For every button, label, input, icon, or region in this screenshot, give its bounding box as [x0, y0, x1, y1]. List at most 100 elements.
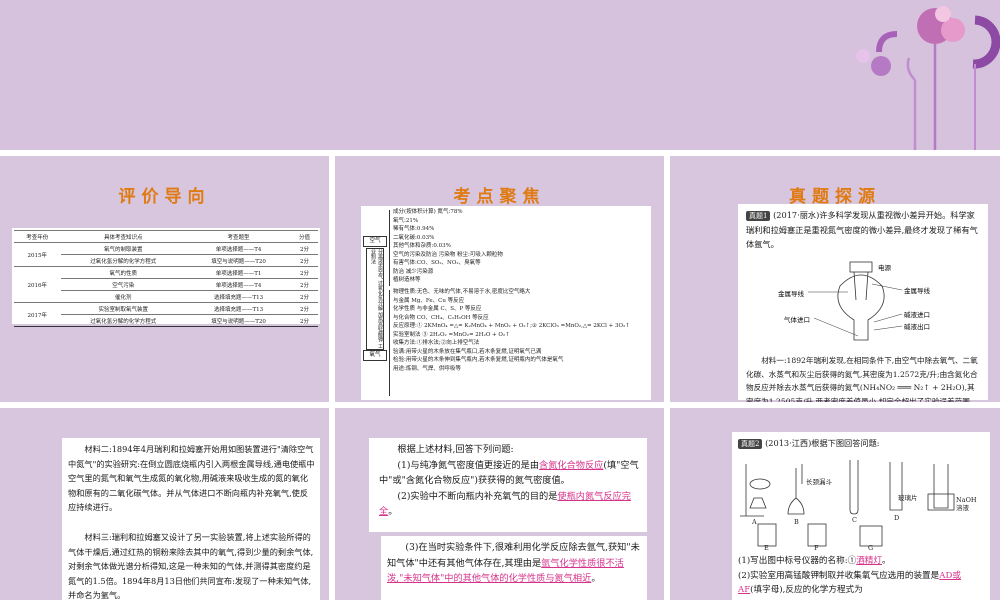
air-mindmap-line: 有害气体:CO、SO₂、NO₂、臭氧等	[393, 260, 481, 266]
table-cell: 填空与说明题——T20	[186, 254, 292, 267]
oxygen-mindmap-line: 化学性质 与非金属 C、S、P 等反应	[393, 306, 482, 312]
deco-circle-5	[856, 49, 870, 63]
oxygen-mindmap-line: 验满:用带火星的木条放在集气瓶口,若木条复燃,证明氧气已满	[393, 348, 542, 355]
deco-arc	[972, 15, 1000, 69]
label-funnel: 长颈漏斗	[806, 477, 833, 486]
question-1: (1)与纯净氮气密度值更接近的是由含氮化合物反应(填"空气中"或"含氮化合物反应…	[379, 459, 639, 487]
label-oxygen: 氧气	[363, 350, 387, 361]
table-cell: 选择填充题——T13	[186, 302, 292, 315]
oxygen-mindmap-line: 与化合物 CO、CH₄、C₂H₅OH 等反应	[393, 314, 489, 321]
label-naoh: NaOH	[956, 496, 977, 504]
question-intro: 真题1 (2017·丽水)许多科学发现从重视微小差异开始。科学家瑞利和拉姆塞正是…	[746, 210, 978, 250]
air-mindmap-line: 二氧化碳:0.03%	[393, 234, 435, 241]
table-cell-year: 2015年	[14, 242, 61, 267]
label-industrial: 分离液态空气 过氧化氢分解 加热高锰酸钾 工业制法	[366, 248, 384, 350]
label-inlet: 气体进口	[784, 315, 810, 324]
deco-circle-3	[935, 6, 951, 22]
table-cell: 2分	[291, 242, 318, 255]
table-cell: 填空与说明题——T20	[186, 314, 292, 327]
table-cell: 单项选择题——T4	[186, 242, 292, 255]
table-cell: 2分	[291, 254, 318, 267]
question-card: 真题1 (2017·丽水)许多科学发现从重视微小差异开始。科学家瑞利和拉姆塞正是…	[738, 204, 988, 402]
label-air: 空气	[363, 236, 387, 247]
oxygen-branch: 物理性质:无色、无味的气体,不易溶于水,密度比空气略大 与金属 Mg、Fe、Cu …	[393, 288, 649, 373]
label-c: C	[852, 516, 857, 524]
label-solution: 溶液	[956, 503, 970, 512]
slide-questions[interactable]: 根据上述材料,回答下列问题: (1)与纯净氮气密度值更接近的是由含氮化合物反应(…	[335, 408, 664, 600]
apparatus-set-diagram: A B C D 长颈漏斗 玻璃片 NaOH 溶液 E F G	[740, 460, 977, 550]
question-2-body: (1)写出图中标号仪器的名称:①酒精灯。 (2)实验室用高锰酸钾制取并收集氧气应…	[738, 554, 984, 598]
table-cell: 过氧化氢分解的化学方程式	[60, 254, 186, 267]
label-alkali-out: 碱液出口	[904, 322, 930, 331]
material-one: 材料一:1892年瑞利发现,在相同条件下,由空气中除去氧气、二氧化碳、水蒸气和灰…	[746, 356, 978, 402]
q2-part-1: (1)写出图中标号仪器的名称:①酒精灯。	[738, 556, 891, 566]
q2-part-2: (2)实验室用高锰酸钾制取并收集氧气应选用的装置是AD或AF(填字母),反应的化…	[738, 570, 961, 596]
questions-text: 根据上述材料,回答下列问题: (1)与纯净氮气密度值更接近的是由含氮化合物反应(…	[379, 442, 641, 520]
table-cell: 单项选择题——T1	[186, 266, 292, 279]
table-cell: 催化剂	[60, 290, 186, 303]
oxygen-mindmap-line: 用途:炼钢、气焊、供呼吸等	[393, 365, 461, 372]
label-e: E	[764, 544, 769, 550]
slide-title: 考点聚焦	[453, 187, 546, 207]
table-cell: 单项选择题——T4	[186, 278, 292, 291]
table-header: 具体考查知识点	[60, 230, 186, 243]
evaluation-table-card: 考查年份 具体考查知识点 考查题型 分值 2015年 氧气的制取装置 单项选择题——…	[12, 228, 320, 327]
label-b: B	[794, 518, 799, 526]
table-header: 考查题型	[186, 230, 292, 243]
label-wire: 金属导线	[778, 289, 805, 298]
oxygen-mindmap-line: 与金属 Mg、Fe、Cu 等反应	[393, 297, 465, 304]
questions-intro: 根据上述材料,回答下列问题:	[397, 444, 514, 455]
table-row: 2016年 氧气的性质 单项选择题——T1 2分	[14, 266, 318, 303]
table-row: 2015年 氧气的制取装置 单项选择题——T4 2分	[14, 242, 318, 267]
table-cell-year: 2017年	[14, 302, 61, 327]
label-d: D	[894, 514, 899, 522]
table-cell-year: 2016年	[14, 266, 61, 303]
slide-title: 评价导向	[118, 187, 211, 207]
deco-arc-2	[876, 31, 898, 53]
slide-focus[interactable]: 考点聚焦 空气 分离液态空气 过氧化氢分解 加热高锰酸钾 工业制法 氧气 成分(…	[335, 156, 664, 402]
air-mindmap-line: 防治 减少污染源	[393, 268, 434, 275]
table-cell: 2分	[291, 290, 318, 303]
slide-material[interactable]: 材料二:1894年4月瑞利和拉姆塞开始用如图装置进行"清除空气中氮气"的实验研究…	[0, 408, 329, 600]
question-2-card: 真题2 (2013·江西)根据下图回答问题: A B C D 长颈漏斗 玻璃片 …	[732, 432, 990, 600]
slide-evaluation[interactable]: 评价导向 考查年份 具体考查知识点 考查题型 分值 2015年 氧气的制取装置 单项…	[0, 156, 329, 402]
label-power: 电源	[878, 263, 892, 272]
label-wire-2: 金属导线	[904, 286, 931, 295]
slide-question-2[interactable]: 真题2 (2013·江西)根据下图回答问题: A B C D 长颈漏斗 玻璃片 …	[670, 408, 1000, 600]
material-two: 材料二:1894年4月瑞利和拉姆塞开始用如图装置进行"清除空气中氮气"的实验研究…	[68, 444, 315, 513]
material-three: 材料三:瑞利和拉姆塞又设计了另一实验装置,将上述实验所得的气体干燥后,通过红热的…	[68, 532, 314, 600]
table-cell: 2分	[291, 302, 318, 315]
mindmap-card: 空气 分离液态空气 过氧化氢分解 加热高锰酸钾 工业制法 氧气 成分(按体积计算…	[361, 206, 651, 400]
oxygen-mindmap-line: 收集方法:①排水法;②向上排空气法	[393, 340, 480, 346]
air-mindmap-line: 植树造林等	[393, 277, 421, 283]
material-card: 材料二:1894年4月瑞利和拉姆塞开始用如图装置进行"清除空气中氮气"的实验研究…	[62, 438, 320, 600]
apparatus-diagram: 电源 金属导线 金属导线 碱液进口 碱液出口 气体进口	[778, 261, 931, 341]
label-a: A	[751, 518, 757, 526]
answer-1: 含氮化合物反应	[539, 459, 604, 471]
table-header-row: 考查年份 具体考查知识点 考查题型 分值	[14, 230, 318, 243]
table-row: 2017年 实验室制取氧气装置 选择填充题——T13 2分	[14, 302, 318, 327]
air-mindmap-line: 氧气:21%	[393, 217, 419, 224]
table-cell: 氧气的制取装置	[60, 242, 186, 255]
question-badge-2: 真题2	[738, 439, 763, 449]
air-mindmap-line: 其他气体和杂质:0.03%	[393, 243, 451, 249]
oxygen-mindmap-line: 实验室制法 ③ 2H₂O₂ =MnO₂= 2H₂O + O₂↑	[393, 331, 510, 338]
deco-circle-4	[871, 56, 891, 76]
oxygen-mindmap-line: 物理性质:无色、无味的气体,不易溶于水,密度比空气略大	[393, 289, 531, 295]
evaluation-table: 考查年份 具体考查知识点 考查题型 分值 2015年 氧气的制取装置 单项选择题——…	[14, 230, 318, 327]
q2-answer-1: 酒精灯	[856, 556, 882, 566]
questions-card-1: 根据上述材料,回答下列问题: (1)与纯净氮气密度值更接近的是由含氮化合物反应(…	[369, 438, 647, 532]
question-2-intro: 真题2 (2013·江西)根据下图回答问题:	[738, 436, 984, 451]
oxygen-mindmap-line: 反应原理:① 2KMnO₄ =△= K₂MnO₄ + MnO₂ + O₂↑;② …	[393, 323, 630, 329]
oxygen-mindmap-line: 检验:用带火星的木条伸到集气瓶内,若木条复燃,证明瓶内的气体是氧气	[393, 357, 564, 363]
label-g: G	[868, 544, 873, 550]
table-cell: 2分	[291, 278, 318, 291]
question-2: (2)实验中不断向瓶内补充氧气的目的是使瓶内氮气反应完全。	[379, 490, 631, 518]
table-cell: 2分	[291, 266, 318, 279]
label-f: F	[814, 544, 819, 550]
table-header: 分值	[291, 230, 318, 243]
air-mindmap-line: 空气的污染及防治 污染物 粉尘:可吸入颗粒物	[393, 251, 503, 258]
slide-source[interactable]: 真题探源 真题1 (2017·丽水)许多科学发现从重视微小差异开始。科学家瑞利和…	[670, 156, 1000, 402]
table-header: 考查年份	[14, 230, 61, 243]
air-mindmap-line: 成分(按体积计算) 氮气:78%	[393, 209, 463, 215]
